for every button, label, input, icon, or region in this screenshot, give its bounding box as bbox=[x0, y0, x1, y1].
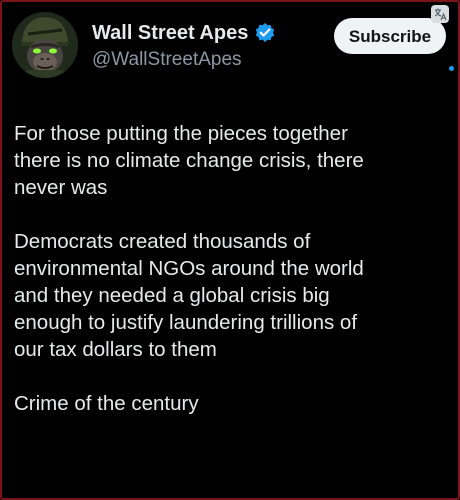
tweet-paragraph: Crime of the century bbox=[14, 392, 199, 415]
translate-icon[interactable] bbox=[430, 4, 450, 24]
tweet-body: For those putting the pieces together th… bbox=[14, 120, 450, 417]
tweet-header: Wall Street Apes @WallStreetApes Subscri… bbox=[12, 12, 454, 78]
author-handle[interactable]: @WallStreetApes bbox=[92, 48, 242, 72]
avatar[interactable] bbox=[12, 12, 78, 78]
tweet-card: Wall Street Apes @WallStreetApes Subscri… bbox=[0, 0, 460, 500]
tweet-paragraph: Democrats created thousands of environme… bbox=[14, 230, 364, 361]
ape-avatar-icon bbox=[12, 12, 78, 78]
unread-dot-icon bbox=[449, 66, 454, 71]
name-row: Wall Street Apes bbox=[92, 21, 276, 45]
tweet-paragraph: For those putting the pieces together th… bbox=[14, 122, 364, 199]
verified-badge-icon bbox=[254, 22, 276, 44]
display-name[interactable]: Wall Street Apes bbox=[92, 21, 248, 45]
